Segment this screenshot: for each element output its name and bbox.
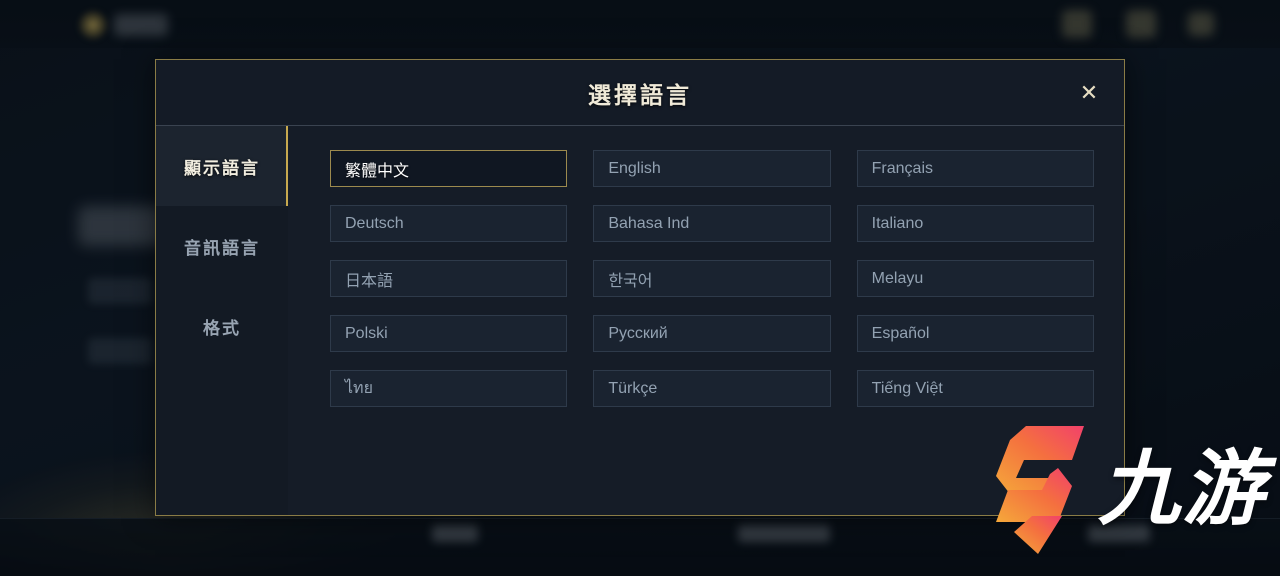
dialog-title: 選擇語言 — [588, 81, 692, 108]
sidebar-tab-label: 顯示語言 — [184, 158, 260, 178]
language-option[interactable]: Melayu — [856, 260, 1094, 297]
sidebar-tab-2[interactable]: 格式 — [156, 286, 288, 366]
sidebar-tab-0[interactable]: 顯示語言 — [156, 126, 288, 206]
language-grid: 繁體中文 English Français Deutsch Bahasa Ind Ital… — [330, 150, 1094, 407]
language-option[interactable]: 日本語 — [330, 260, 568, 297]
language-option[interactable]: Italiano — [856, 205, 1094, 242]
language-option-label: 日本語 — [345, 272, 394, 290]
language-option-label: 한국어 — [608, 272, 653, 290]
language-option-label: Bahasa Ind — [608, 214, 690, 232]
language-option[interactable]: Русский — [593, 315, 831, 352]
language-option-label: ไทย — [345, 380, 373, 397]
dialog-sidebar: 顯示語言音訊語言格式 — [156, 126, 288, 515]
language-option-label: Español — [871, 324, 930, 342]
language-option[interactable]: Polski — [330, 315, 568, 352]
sidebar-tab-1[interactable]: 音訊語言 — [156, 206, 288, 286]
language-option[interactable]: ไทย — [330, 370, 568, 407]
sidebar-tab-label: 音訊語言 — [184, 238, 260, 258]
language-option-label: Tiếng Việt — [871, 379, 943, 397]
language-option[interactable]: English — [593, 150, 831, 187]
language-option[interactable]: 한국어 — [593, 260, 831, 297]
dialog-body: 顯示語言音訊語言格式 繁體中文 English Français Deutsch Bah… — [156, 126, 1124, 515]
language-option[interactable]: Bahasa Ind — [593, 205, 831, 242]
language-dialog: 選擇語言 ✕ 顯示語言音訊語言格式 繁體中文 English Français Deu… — [155, 59, 1125, 516]
language-option[interactable]: 繁體中文 — [330, 150, 568, 187]
language-option-label: Français — [871, 159, 934, 177]
sidebar-tab-label: 格式 — [203, 318, 241, 338]
language-option[interactable]: Français — [856, 150, 1094, 187]
language-option-label: Italiano — [871, 214, 924, 232]
language-option-label: Türkçe — [608, 379, 658, 397]
dialog-content: 繁體中文 English Français Deutsch Bahasa Ind Ital… — [288, 126, 1124, 515]
language-option-label: Русский — [608, 324, 668, 342]
screen-root: 選擇語言 ✕ 顯示語言音訊語言格式 繁體中文 English Français Deu… — [0, 0, 1280, 576]
language-option-label: Deutsch — [345, 214, 404, 232]
language-option[interactable]: Tiếng Việt — [856, 370, 1094, 407]
close-icon[interactable]: ✕ — [1072, 76, 1106, 110]
language-option[interactable]: Español — [856, 315, 1094, 352]
language-option-label: 繁體中文 — [345, 162, 410, 180]
language-option[interactable]: Türkçe — [593, 370, 831, 407]
language-option-label: English — [608, 159, 661, 177]
dialog-header: 選擇語言 ✕ — [156, 60, 1124, 126]
language-option-label: Melayu — [871, 269, 924, 287]
language-option-label: Polski — [345, 324, 388, 342]
language-option[interactable]: Deutsch — [330, 205, 568, 242]
